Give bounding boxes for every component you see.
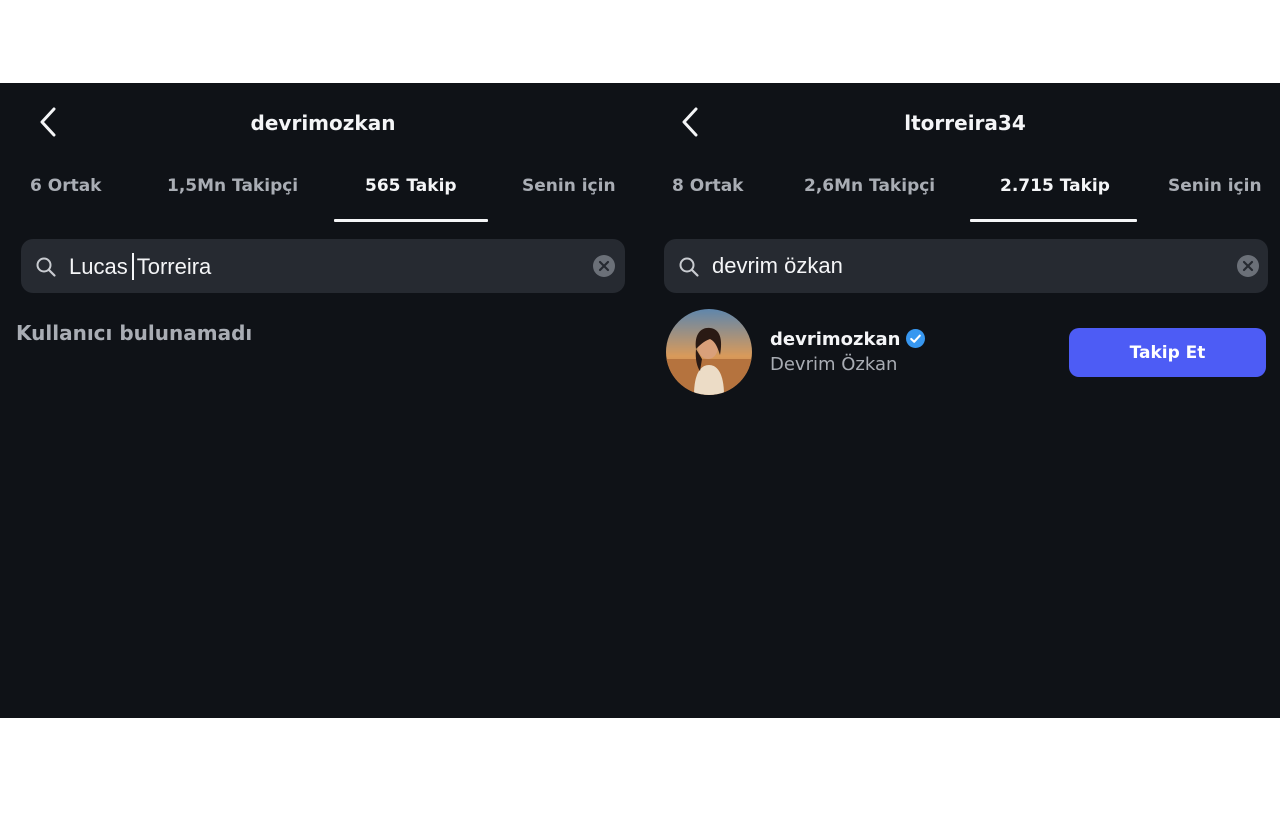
back-button[interactable]	[36, 105, 64, 139]
chevron-left-icon	[40, 107, 56, 137]
result-username-line[interactable]: devrimozkan	[770, 329, 926, 350]
search-query[interactable]: devrim özkan	[712, 253, 843, 279]
tab-following[interactable]: 565 Takip	[365, 176, 457, 196]
tab-following[interactable]: 2.715 Takip	[1000, 176, 1110, 196]
result-full-name: Devrim Özkan	[770, 354, 898, 375]
tab-mutual[interactable]: 8 Ortak	[672, 176, 744, 196]
tab-for-you[interactable]: Senin için	[1168, 176, 1262, 196]
search-input[interactable]: devrim özkan	[664, 239, 1268, 293]
page-title: ltorreira34	[904, 111, 1026, 135]
search-text-after-cursor: Torreira	[136, 254, 212, 279]
no-results-message: Kullanıcı bulunamadı	[16, 321, 253, 345]
search-text-before-cursor: Lucas	[69, 254, 128, 279]
screenshot-area: devrimozkan 6 Ortak 1,5Mn Takipçi 565 Ta…	[0, 83, 1280, 718]
right-panel: ltorreira34 8 Ortak 2,6Mn Takipçi 2.715 …	[642, 83, 1280, 718]
back-button[interactable]	[678, 105, 706, 139]
chevron-left-icon	[682, 107, 698, 137]
active-tab-indicator	[970, 219, 1137, 222]
tab-mutual[interactable]: 6 Ortak	[30, 176, 102, 196]
result-username: devrimozkan	[770, 329, 901, 350]
search-query[interactable]: Lucas Torreira	[69, 253, 211, 280]
verified-badge-icon	[906, 329, 926, 348]
follow-button[interactable]: Takip Et	[1069, 328, 1266, 377]
page-title: devrimozkan	[250, 111, 396, 135]
user-result-row[interactable]: devrimozkan Devrim Özkan Takip Et	[666, 309, 1270, 397]
text-cursor	[131, 253, 134, 280]
active-tab-indicator	[334, 219, 488, 222]
avatar[interactable]	[666, 309, 752, 395]
clear-circle-icon[interactable]	[593, 255, 615, 277]
tab-for-you[interactable]: Senin için	[522, 176, 616, 196]
profile-photo	[666, 309, 752, 395]
search-input[interactable]: Lucas Torreira	[21, 239, 625, 293]
clear-circle-icon[interactable]	[1237, 255, 1259, 277]
search-icon	[679, 257, 699, 277]
left-panel: devrimozkan 6 Ortak 1,5Mn Takipçi 565 Ta…	[0, 83, 640, 718]
tab-followers[interactable]: 2,6Mn Takipçi	[804, 176, 935, 196]
search-icon	[36, 257, 56, 277]
tab-followers[interactable]: 1,5Mn Takipçi	[167, 176, 298, 196]
